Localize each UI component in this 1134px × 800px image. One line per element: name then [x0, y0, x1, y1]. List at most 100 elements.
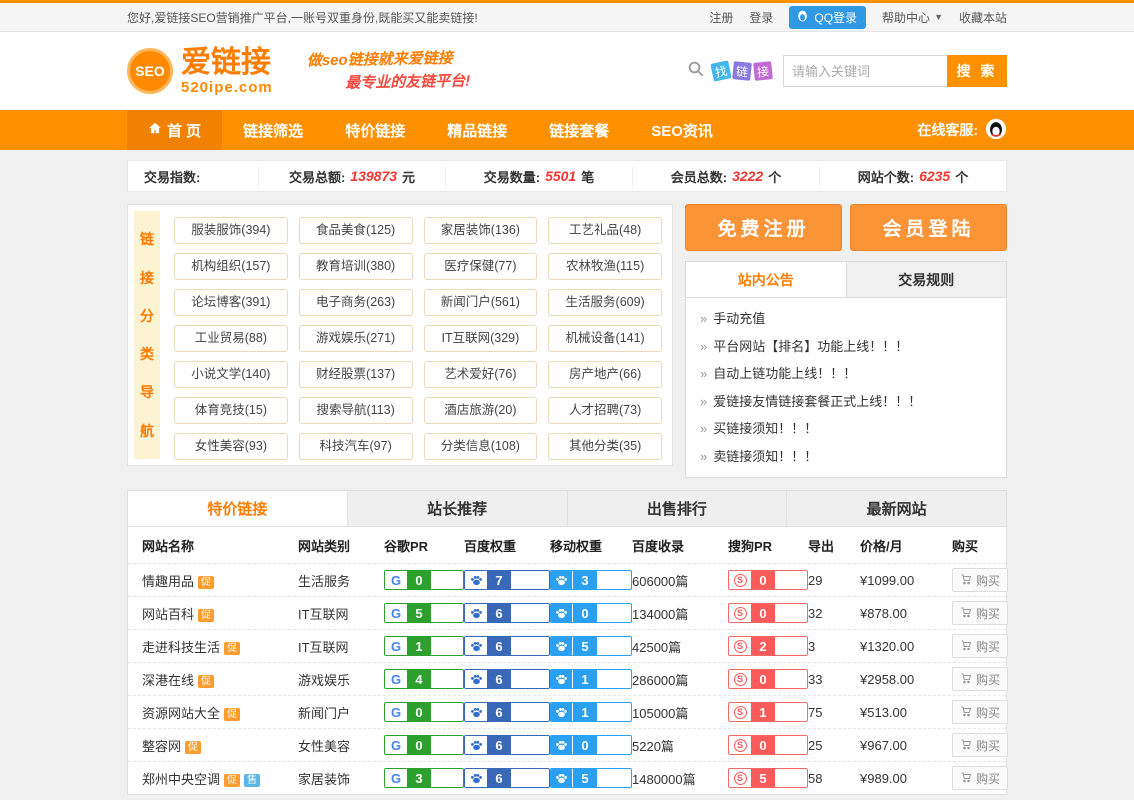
category-button[interactable]: 分类信息(108) — [424, 433, 538, 460]
category-button[interactable]: 医疗保健(77) — [424, 253, 538, 280]
nav-item[interactable]: 首 页 — [127, 110, 222, 150]
nav-item[interactable]: 精品链接 — [426, 110, 528, 150]
stat-unit: 笔 — [581, 167, 594, 186]
category-button[interactable]: 农林牧渔(115) — [548, 253, 662, 280]
help-menu[interactable]: 帮助中心 ▼ — [882, 9, 943, 26]
google-icon: G — [385, 703, 407, 721]
category-button[interactable]: 教育培训(380) — [299, 253, 413, 280]
category-button[interactable]: 酒店旅游(20) — [424, 397, 538, 424]
price-per-month: ¥1320.00 — [860, 639, 952, 654]
main-nav: 首 页链接筛选特价链接精品链接链接套餐SEO资讯 在线客服: — [0, 110, 1134, 150]
search-icon — [687, 60, 705, 83]
category-button[interactable]: 房产地产(66) — [548, 361, 662, 388]
buy-button[interactable]: 购买 — [952, 733, 1008, 757]
sogou-value: 0 — [751, 736, 775, 754]
nav-item[interactable]: SEO资讯 — [630, 110, 734, 150]
qq-login-button[interactable]: QQ登录 — [789, 6, 866, 29]
search-button[interactable]: 搜 索 — [947, 55, 1007, 87]
notice-item[interactable]: »自动上链功能上线！！！ — [700, 360, 992, 388]
table-row: 资源网站大全促新闻门户G061105000篇S175¥513.00购买 — [128, 695, 1006, 728]
buy-button[interactable]: 购买 — [952, 568, 1008, 592]
free-register-button[interactable]: 免费注册 — [685, 204, 842, 251]
promo-badge: 促 — [198, 675, 214, 688]
notice-item[interactable]: »手动充值 — [700, 305, 992, 333]
notice-tab[interactable]: 交易规则 — [846, 262, 1007, 297]
google-value: 0 — [407, 736, 431, 754]
member-login-button[interactable]: 会员登陆 — [850, 204, 1007, 251]
site-name-link[interactable]: 情趣用品 — [142, 574, 194, 589]
category-button[interactable]: 家居装饰(136) — [424, 217, 538, 244]
site-name-link[interactable]: 网站百科 — [142, 607, 194, 622]
notice-item[interactable]: »卖链接须知！！！ — [700, 443, 992, 471]
sogou-icon: S — [729, 703, 751, 721]
nav-item[interactable]: 链接筛选 — [222, 110, 324, 150]
price-per-month: ¥1099.00 — [860, 573, 952, 588]
stat-item: 交易总额:139873元 — [258, 167, 445, 186]
site-name-link[interactable]: 走进科技生活 — [142, 640, 220, 655]
sogou-icon: S — [729, 670, 751, 688]
search-input[interactable] — [783, 55, 947, 87]
notice-arrow-icon: » — [700, 311, 707, 326]
notice-tab[interactable]: 站内公告 — [686, 262, 846, 297]
site-name-link[interactable]: 郑州中央空调 — [142, 772, 220, 787]
nav-item[interactable]: 链接套餐 — [528, 110, 630, 150]
buy-button[interactable]: 购买 — [952, 634, 1008, 658]
sogou-value: 1 — [751, 703, 775, 721]
price-per-month: ¥989.00 — [860, 771, 952, 786]
buy-button[interactable]: 购买 — [952, 601, 1008, 625]
stat-label: 会员总数: — [671, 167, 727, 186]
category-button[interactable]: IT互联网(329) — [424, 325, 538, 352]
category-button[interactable]: 财经股票(137) — [299, 361, 413, 388]
site-logo[interactable]: SEO 爱链接 520ipe.com — [127, 48, 273, 95]
baidu-badge: 6 — [464, 768, 550, 788]
category-button[interactable]: 女性美容(93) — [174, 433, 288, 460]
buy-button[interactable]: 购买 — [952, 700, 1008, 724]
category-button[interactable]: 新闻门户(561) — [424, 289, 538, 316]
login-link[interactable]: 登录 — [749, 9, 773, 26]
listing-tab[interactable]: 特价链接 — [128, 491, 348, 526]
notice-item[interactable]: »爱链接友情链接套餐正式上线！！！ — [700, 388, 992, 416]
listing-tab[interactable]: 站长推荐 — [348, 491, 568, 526]
category-button[interactable]: 小说文学(140) — [174, 361, 288, 388]
category-button[interactable]: 搜索导航(113) — [299, 397, 413, 424]
register-link[interactable]: 注册 — [709, 9, 733, 26]
category-button[interactable]: 服装服饰(394) — [174, 217, 288, 244]
stat-label: 交易指数: — [144, 167, 200, 186]
notice-item[interactable]: »平台网站【排名】功能上线！！！ — [700, 333, 992, 361]
column-header: 网站名称 — [142, 536, 298, 555]
category-button[interactable]: 生活服务(609) — [548, 289, 662, 316]
buy-label: 购买 — [976, 572, 1000, 589]
site-name-cell: 整容网促 — [142, 736, 298, 755]
cart-icon — [960, 573, 972, 588]
category-button[interactable]: 科技汽车(97) — [299, 433, 413, 460]
category-button[interactable]: 其他分类(35) — [548, 433, 662, 460]
online-service[interactable]: 在线客服: — [917, 110, 1007, 150]
listing-tab[interactable]: 出售排行 — [568, 491, 788, 526]
notice-list: »手动充值»平台网站【排名】功能上线！！！»自动上链功能上线！！！»爱链接友情链… — [686, 298, 1006, 477]
site-name-link[interactable]: 整容网 — [142, 739, 181, 754]
buy-button[interactable]: 购买 — [952, 766, 1008, 790]
listing-tab[interactable]: 最新网站 — [787, 491, 1006, 526]
site-name-cell: 资源网站大全促 — [142, 703, 298, 722]
category-button[interactable]: 工艺礼品(48) — [548, 217, 662, 244]
category-button[interactable]: 人才招聘(73) — [548, 397, 662, 424]
notice-item[interactable]: »买链接须知！！！ — [700, 415, 992, 443]
help-label: 帮助中心 — [882, 9, 930, 26]
cart-icon — [960, 705, 972, 720]
site-name-link[interactable]: 深港在线 — [142, 673, 194, 688]
category-button[interactable]: 体育竞技(15) — [174, 397, 288, 424]
favorite-link[interactable]: 收藏本站 — [959, 9, 1007, 26]
category-button[interactable]: 机械设备(141) — [548, 325, 662, 352]
category-button[interactable]: 食品美食(125) — [299, 217, 413, 244]
nav-item[interactable]: 特价链接 — [324, 110, 426, 150]
category-button[interactable]: 机构组织(157) — [174, 253, 288, 280]
category-button[interactable]: 电子商务(263) — [299, 289, 413, 316]
mobile-badge: 0 — [550, 603, 632, 623]
site-name-link[interactable]: 资源网站大全 — [142, 706, 220, 721]
category-button[interactable]: 游戏娱乐(271) — [299, 325, 413, 352]
category-button[interactable]: 论坛博客(391) — [174, 289, 288, 316]
category-button[interactable]: 艺术爱好(76) — [424, 361, 538, 388]
category-button[interactable]: 工业贸易(88) — [174, 325, 288, 352]
buy-button[interactable]: 购买 — [952, 667, 1008, 691]
sogou-badge: S0 — [728, 669, 808, 689]
